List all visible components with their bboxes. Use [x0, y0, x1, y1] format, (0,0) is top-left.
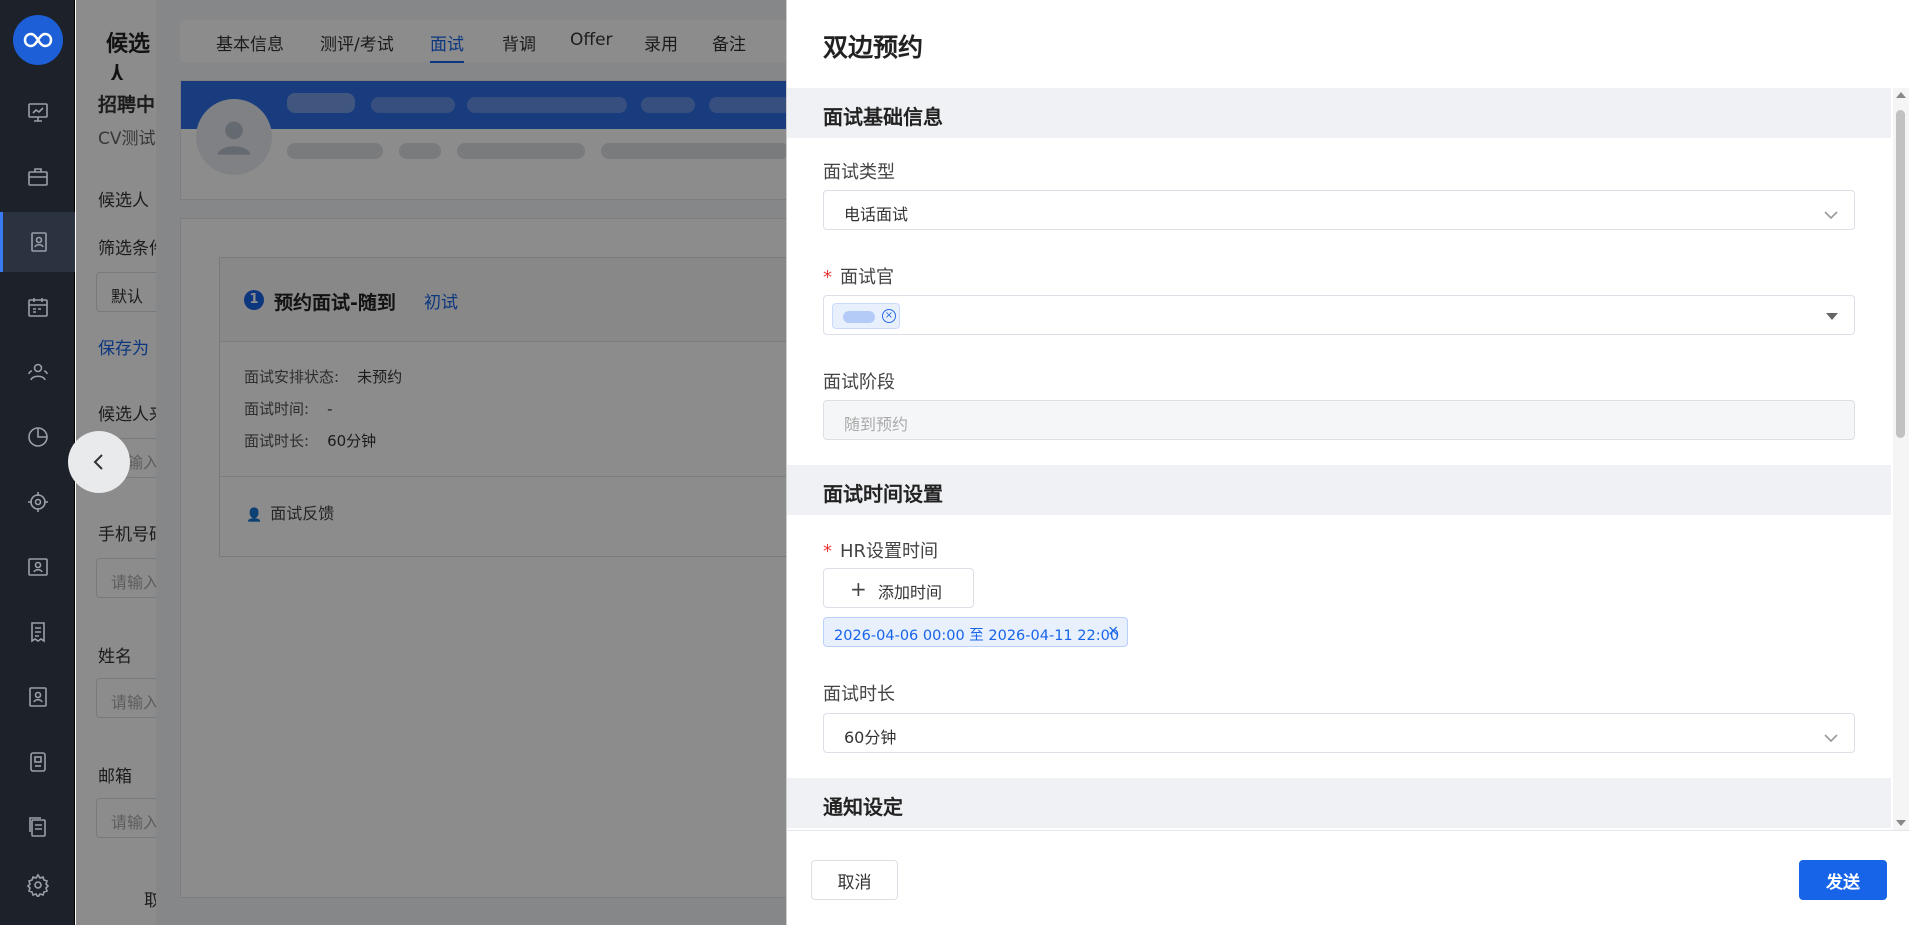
nav-users-icon[interactable] — [18, 352, 58, 392]
nav-badge-icon[interactable] — [18, 742, 58, 782]
interviewer-label: * 面试官 — [823, 263, 894, 289]
section-basic-info-title: 面试基础信息 — [823, 105, 943, 129]
interview-type-value: 电话面试 — [844, 205, 909, 224]
required-marker: * — [823, 267, 832, 288]
section-notification-title: 通知设定 — [823, 795, 903, 819]
duration-select[interactable]: 60分钟 — [823, 713, 1855, 753]
cancel-button[interactable]: 取消 — [811, 860, 898, 900]
interviewer-name-redacted — [843, 311, 875, 323]
duration-label: 面试时长 — [823, 684, 895, 705]
scrollbar-thumb[interactable] — [1896, 110, 1905, 438]
booking-drawer: 双边预约 面试基础信息 面试类型 电话面试 * 面试官 × 面试阶段 随到预约 面… — [786, 0, 1910, 925]
time-range-text: 2026-04-06 00:00 至 2026-04-11 22:00 — [834, 628, 1120, 644]
hr-time-label: * HR设置时间 — [823, 537, 938, 563]
interview-type-select[interactable]: 电话面试 — [823, 190, 1855, 230]
drawer-scrollbar[interactable] — [1893, 88, 1909, 830]
modal-overlay[interactable] — [76, 0, 786, 925]
drawer-footer: 取消 发送 — [787, 830, 1910, 925]
nav-contact-icon[interactable] — [18, 677, 58, 717]
duration-value: 60分钟 — [844, 728, 897, 747]
section-basic-info: 面试基础信息 — [787, 88, 1891, 138]
collapse-drawer-button[interactable] — [68, 431, 130, 493]
nav-id-card-icon[interactable] — [18, 547, 58, 587]
nav-resume-icon[interactable] — [0, 212, 75, 272]
nav-dashboard-icon[interactable] — [18, 92, 58, 132]
chevron-down-icon — [1824, 728, 1838, 743]
section-time-settings: 面试时间设置 — [787, 465, 1891, 515]
nav-calendar-icon[interactable] — [18, 287, 58, 327]
send-button[interactable]: 发送 — [1799, 860, 1887, 900]
time-range-tag: 2026-04-06 00:00 至 2026-04-11 22:00 × — [823, 617, 1128, 647]
nav-document-icon[interactable] — [18, 612, 58, 652]
hr-time-label-text: HR设置时间 — [840, 541, 939, 562]
required-marker: * — [823, 541, 832, 562]
main-nav — [0, 0, 75, 925]
drawer-body: 面试基础信息 面试类型 电话面试 * 面试官 × 面试阶段 随到预约 面试时间设置… — [787, 88, 1891, 830]
drawer-title: 双边预约 — [823, 33, 924, 62]
chevron-down-icon — [1824, 205, 1838, 220]
interview-stage-value: 随到预约 — [844, 415, 909, 434]
nav-briefcase-icon[interactable] — [18, 157, 58, 197]
interviewer-chip: × — [832, 303, 900, 329]
app-logo[interactable] — [13, 15, 63, 65]
interviewer-label-text: 面试官 — [840, 267, 894, 288]
interviewer-select[interactable]: × — [823, 295, 1855, 335]
plus-icon: + — [850, 577, 867, 601]
remove-time-icon[interactable]: × — [1107, 623, 1119, 639]
logo-icon — [23, 32, 53, 48]
nav-notes-icon[interactable] — [18, 807, 58, 847]
add-time-button[interactable]: + 添加时间 — [823, 568, 974, 608]
scroll-up-icon[interactable] — [1896, 92, 1906, 98]
nav-pie-chart-icon[interactable] — [18, 417, 58, 457]
interview-stage-label: 面试阶段 — [823, 372, 895, 393]
nav-target-icon[interactable] — [18, 482, 58, 522]
interview-stage-field: 随到预约 — [823, 400, 1855, 440]
chevron-left-icon — [93, 454, 103, 470]
section-notification: 通知设定 — [787, 778, 1891, 828]
scroll-down-icon[interactable] — [1896, 820, 1906, 826]
add-time-label: 添加时间 — [878, 583, 943, 602]
section-time-title: 面试时间设置 — [823, 482, 943, 506]
interview-type-label: 面试类型 — [823, 162, 895, 183]
close-icon[interactable]: × — [882, 309, 896, 323]
caret-down-icon — [1826, 313, 1838, 320]
nav-gear-icon[interactable] — [18, 865, 58, 905]
